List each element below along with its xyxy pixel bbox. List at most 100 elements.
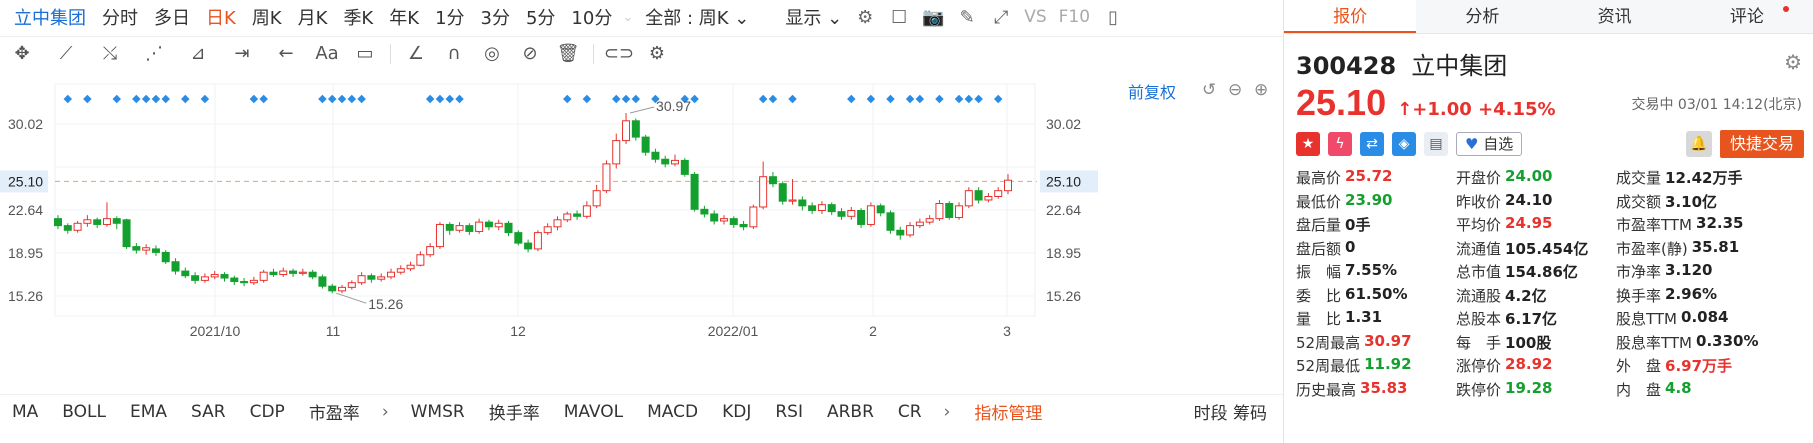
comment-icon[interactable]: ▭ bbox=[346, 43, 384, 64]
indicator-pe[interactable]: 市盈率 bbox=[297, 399, 372, 424]
angle-icon[interactable]: ∠ bbox=[397, 43, 435, 64]
display-select[interactable]: 显示 ⌄ bbox=[775, 4, 848, 30]
indicator-ema[interactable]: EMA bbox=[118, 402, 179, 422]
indicator-rsi[interactable]: RSI bbox=[763, 402, 815, 422]
candle-body bbox=[582, 205, 591, 217]
period-5min[interactable]: 5分 bbox=[518, 4, 563, 30]
range-icon[interactable]: ⇥ bbox=[220, 43, 264, 64]
event-marker bbox=[151, 94, 161, 104]
event-marker bbox=[63, 94, 73, 104]
hide-icon[interactable]: ⊘ bbox=[511, 43, 549, 64]
add-watchlist-button[interactable]: ♥ 自选 bbox=[1456, 132, 1523, 156]
indicator-mavol[interactable]: MAVOL bbox=[552, 402, 635, 422]
link-icon[interactable]: ⊂⊃ bbox=[600, 43, 638, 64]
kline-chart[interactable]: 2021/10 11 12 2022/01 2 3 30.02 30.02 22.64 22.64… bbox=[0, 76, 1283, 392]
period-weekly-k[interactable]: 周K bbox=[244, 4, 290, 30]
tab-quote[interactable]: 报价 bbox=[1284, 0, 1417, 33]
ray-icon[interactable]: ⤯ bbox=[88, 43, 132, 64]
indicator-boll[interactable]: BOLL bbox=[50, 402, 118, 422]
indicator-wmsr[interactable]: WMSR bbox=[399, 402, 477, 422]
stat-label: 盘后额 bbox=[1296, 239, 1342, 258]
candle-body bbox=[445, 223, 454, 231]
line-icon[interactable]: ⟋ bbox=[44, 43, 88, 64]
high-label: 30.97 bbox=[656, 98, 691, 114]
arrow-left-icon[interactable]: ← bbox=[264, 43, 308, 64]
camera-icon[interactable]: 📷 bbox=[916, 7, 950, 28]
period-yearly-k[interactable]: 年K bbox=[381, 4, 427, 30]
period-10min[interactable]: 10分 bbox=[563, 4, 620, 30]
tag-icon[interactable]: ◈ bbox=[1392, 132, 1416, 156]
period-multi-day[interactable]: 多日 bbox=[146, 4, 198, 30]
event-marker bbox=[690, 94, 699, 104]
period-intraday[interactable]: 分时 bbox=[94, 4, 146, 30]
indicator-ma[interactable]: MA bbox=[0, 402, 50, 422]
indicator-arbr[interactable]: ARBR bbox=[815, 402, 886, 422]
indicator-macd[interactable]: MACD bbox=[635, 402, 710, 422]
stat-label: 52周最低 bbox=[1296, 357, 1361, 376]
fullscreen-icon[interactable]: ⤢ bbox=[984, 7, 1018, 28]
tab-analysis[interactable]: 分析 bbox=[1416, 0, 1548, 33]
measure-icon[interactable]: ⊿ bbox=[176, 43, 220, 64]
indicator-manage-button[interactable]: 指标管理 bbox=[960, 399, 1056, 424]
text-tool[interactable]: Aa bbox=[308, 43, 346, 64]
tab-news[interactable]: 资讯 bbox=[1549, 0, 1681, 33]
f10-button[interactable]: F10 bbox=[1053, 7, 1096, 27]
period-1min[interactable]: 1分 bbox=[427, 4, 472, 30]
x-tick-label: 2021/10 bbox=[190, 323, 241, 339]
range-select[interactable]: 全部 : 周K ⌄ bbox=[635, 4, 755, 30]
quick-trade-button[interactable]: 快捷交易 bbox=[1719, 130, 1804, 158]
stock-name-tab[interactable]: 立中集团 bbox=[0, 4, 94, 30]
stat-value: 105.454亿 bbox=[1505, 239, 1589, 258]
chevron-right-icon[interactable]: › bbox=[372, 402, 399, 422]
candle-body bbox=[83, 219, 92, 224]
indicator-kdj[interactable]: KDJ bbox=[710, 402, 763, 422]
settings-icon[interactable]: ⚙ bbox=[848, 7, 882, 28]
app-root: 立中集团 分时 多日 日K 周K 月K 季K 年K 1分 3分 5分 10分 ⌄… bbox=[0, 0, 1813, 443]
candle-body bbox=[808, 205, 817, 211]
candle-body bbox=[729, 218, 738, 225]
period-3min[interactable]: 3分 bbox=[473, 4, 518, 30]
pencil-icon[interactable]: ✎ bbox=[950, 7, 984, 28]
box-select-icon[interactable]: ☐ bbox=[882, 7, 916, 28]
period-daily-k[interactable]: 日K bbox=[198, 4, 244, 30]
chevron-down-icon[interactable]: ⌄ bbox=[620, 10, 635, 25]
candle-body bbox=[132, 246, 141, 251]
tab-comments[interactable]: 评论 bbox=[1681, 0, 1813, 33]
chevron-right-icon[interactable]: › bbox=[934, 402, 961, 422]
stat-label: 总市值 bbox=[1456, 263, 1502, 282]
wave-icon[interactable]: ⋰ bbox=[132, 43, 176, 64]
adjust-mode-button[interactable]: 前复权 bbox=[1128, 79, 1176, 103]
lightning-icon[interactable]: ϟ bbox=[1328, 132, 1352, 156]
bell-icon[interactable]: 🔔 bbox=[1685, 131, 1712, 157]
trash-icon[interactable]: 🗑 bbox=[549, 43, 587, 64]
unread-dot bbox=[1783, 6, 1789, 12]
candle-body bbox=[504, 222, 513, 234]
period-chips-button[interactable]: 时段 筹码 bbox=[1194, 399, 1283, 424]
note-icon[interactable]: ▤ bbox=[1424, 132, 1448, 156]
reset-icon[interactable]: ↺ bbox=[1202, 80, 1216, 100]
up-arrow-icon: ↑ bbox=[1397, 99, 1413, 120]
stat-value: 35.81 bbox=[1691, 237, 1740, 256]
shuffle-icon[interactable]: ⇄ bbox=[1360, 132, 1384, 156]
sidebar-toggle-icon[interactable]: ▯ bbox=[1096, 7, 1130, 28]
kline-chart-svg[interactable]: 2021/10 11 12 2022/01 2 3 30.02 30.02 22.64 22.64… bbox=[0, 76, 1283, 392]
magnet-icon[interactable]: ∩ bbox=[435, 43, 473, 64]
candle-body bbox=[318, 276, 327, 287]
move-icon[interactable]: ✥ bbox=[0, 43, 44, 64]
zoom-in-icon[interactable]: ⊕ bbox=[1254, 80, 1268, 100]
stat-label: 委 比 bbox=[1296, 286, 1342, 305]
indicator-turnover[interactable]: 换手率 bbox=[477, 399, 552, 424]
gear-icon[interactable]: ⚙ bbox=[1784, 50, 1802, 74]
gear-icon[interactable]: ⚙ bbox=[638, 43, 676, 64]
period-quarterly-k[interactable]: 季K bbox=[335, 4, 381, 30]
stat-value: 154.86亿 bbox=[1505, 263, 1578, 282]
indicator-cr[interactable]: CR bbox=[886, 402, 934, 422]
candle-body bbox=[543, 226, 552, 234]
eye-icon[interactable]: ◎ bbox=[473, 43, 511, 64]
vs-compare-button[interactable]: VS bbox=[1018, 7, 1052, 27]
zoom-out-icon[interactable]: ⊖ bbox=[1228, 80, 1242, 100]
period-monthly-k[interactable]: 月K bbox=[290, 4, 336, 30]
candle-body bbox=[749, 206, 758, 228]
indicator-sar[interactable]: SAR bbox=[179, 402, 238, 422]
indicator-cdp[interactable]: CDP bbox=[238, 402, 297, 422]
